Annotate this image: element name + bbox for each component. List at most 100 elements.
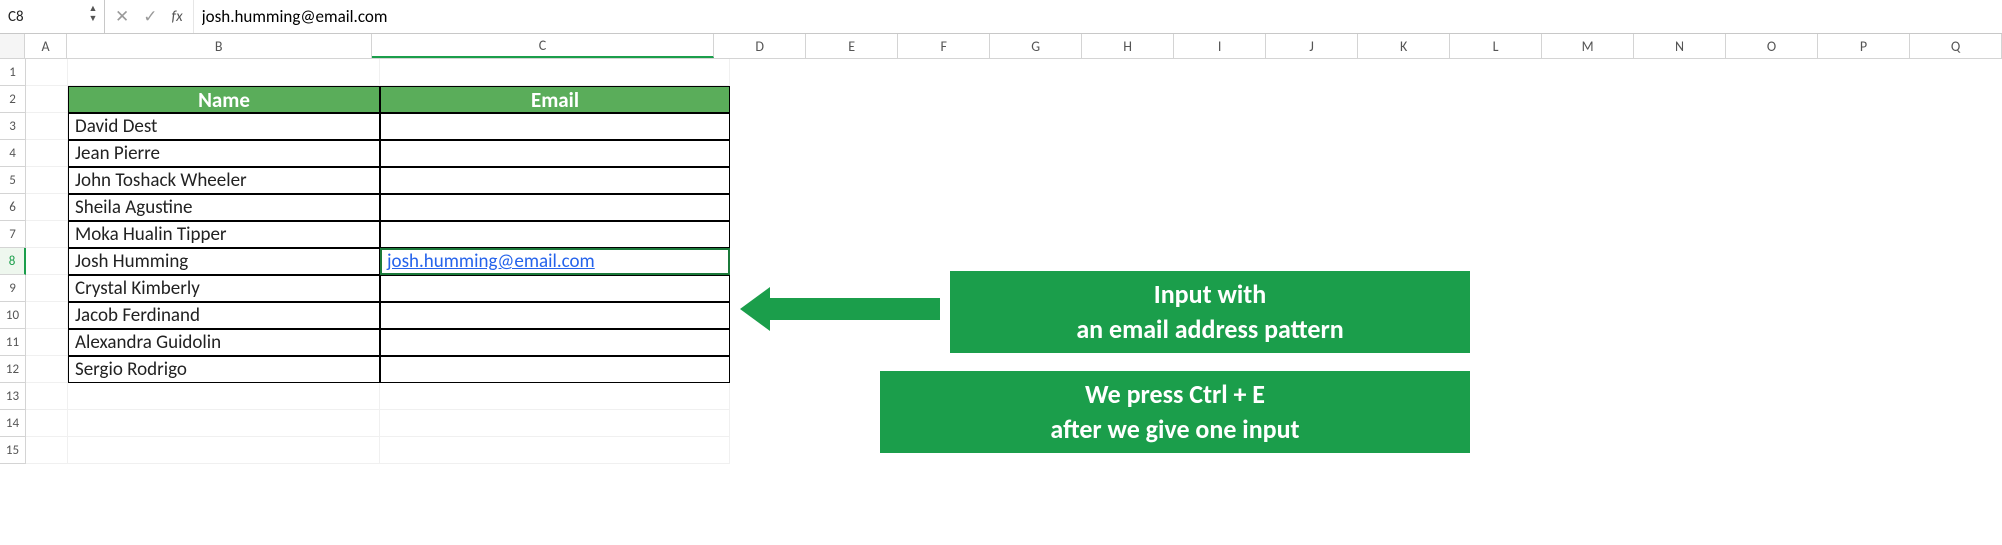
callout-line: Input with xyxy=(1076,277,1343,312)
cell[interactable] xyxy=(380,437,730,464)
name-box-stepper[interactable]: ▲ ▼ xyxy=(86,4,100,24)
col-header-c[interactable]: C xyxy=(372,34,714,58)
email-cell[interactable] xyxy=(380,194,730,221)
cell[interactable] xyxy=(68,437,380,464)
cell[interactable] xyxy=(26,302,68,329)
email-cell-active[interactable]: josh.humming@email.com xyxy=(380,248,730,275)
row-header[interactable]: 13 xyxy=(0,383,26,410)
row-header[interactable]: 1 xyxy=(0,59,26,86)
row-header[interactable]: 7 xyxy=(0,221,26,248)
callout-line: after we give one input xyxy=(1050,412,1299,447)
col-header-h[interactable]: H xyxy=(1082,34,1174,58)
email-cell[interactable] xyxy=(380,275,730,302)
cell[interactable] xyxy=(26,221,68,248)
email-cell[interactable] xyxy=(380,113,730,140)
accept-formula-icon[interactable]: ✓ xyxy=(143,6,157,27)
row-header[interactable]: 11 xyxy=(0,329,26,356)
cell[interactable] xyxy=(26,86,68,113)
fx-icon[interactable]: fx xyxy=(172,8,183,26)
name-cell[interactable]: Jean Pierre xyxy=(68,140,380,167)
cell[interactable] xyxy=(26,410,68,437)
cell[interactable] xyxy=(26,140,68,167)
col-header-e[interactable]: E xyxy=(806,34,898,58)
name-cell[interactable]: Josh Humming xyxy=(68,248,380,275)
name-box[interactable]: C8 ▲ ▼ xyxy=(0,0,105,33)
email-cell[interactable] xyxy=(380,167,730,194)
table-header-name[interactable]: Name xyxy=(68,86,380,113)
cell[interactable] xyxy=(68,59,380,86)
email-cell[interactable] xyxy=(380,302,730,329)
col-header-i[interactable]: I xyxy=(1174,34,1266,58)
formula-controls: ✕ ✓ fx xyxy=(105,0,194,33)
cell[interactable] xyxy=(26,329,68,356)
table-row: 6 Sheila Agustine xyxy=(0,194,2002,221)
cancel-formula-icon[interactable]: ✕ xyxy=(115,6,129,27)
table-row: 5 John Toshack Wheeler xyxy=(0,167,2002,194)
row-header[interactable]: 12 xyxy=(0,356,26,383)
name-cell[interactable]: David Dest xyxy=(68,113,380,140)
row-header[interactable]: 5 xyxy=(0,167,26,194)
email-cell[interactable] xyxy=(380,140,730,167)
row-header[interactable]: 9 xyxy=(0,275,26,302)
row-header[interactable]: 3 xyxy=(0,113,26,140)
col-header-g[interactable]: G xyxy=(990,34,1082,58)
email-cell[interactable] xyxy=(380,356,730,383)
name-box-value: C8 xyxy=(8,8,24,26)
col-header-m[interactable]: M xyxy=(1542,34,1634,58)
cell[interactable] xyxy=(26,113,68,140)
column-headers: A B C D E F G H I J K L M N O P Q xyxy=(0,34,2002,59)
col-header-l[interactable]: L xyxy=(1450,34,1542,58)
arrow-head-icon xyxy=(740,287,770,331)
name-cell[interactable]: Moka Hualin Tipper xyxy=(68,221,380,248)
annotation-arrow xyxy=(740,287,940,331)
col-header-q[interactable]: Q xyxy=(1910,34,2002,58)
cell[interactable] xyxy=(26,194,68,221)
cell[interactable] xyxy=(26,356,68,383)
email-cell[interactable] xyxy=(380,221,730,248)
row-header[interactable]: 6 xyxy=(0,194,26,221)
cell[interactable] xyxy=(380,383,730,410)
row-header[interactable]: 8 xyxy=(0,248,26,275)
row-header[interactable]: 10 xyxy=(0,302,26,329)
col-header-p[interactable]: P xyxy=(1818,34,1910,58)
name-cell[interactable]: John Toshack Wheeler xyxy=(68,167,380,194)
cell[interactable] xyxy=(26,167,68,194)
col-header-a[interactable]: A xyxy=(25,34,66,58)
name-cell[interactable]: Crystal Kimberly xyxy=(68,275,380,302)
cell[interactable] xyxy=(26,248,68,275)
name-cell[interactable]: Sergio Rodrigo xyxy=(68,356,380,383)
col-header-k[interactable]: K xyxy=(1358,34,1450,58)
col-header-b[interactable]: B xyxy=(67,34,372,58)
cell[interactable] xyxy=(68,410,380,437)
col-header-j[interactable]: J xyxy=(1266,34,1358,58)
row-header[interactable]: 15 xyxy=(0,437,26,464)
cell[interactable] xyxy=(380,410,730,437)
email-cell[interactable] xyxy=(380,329,730,356)
col-header-f[interactable]: F xyxy=(898,34,990,58)
table-header-email[interactable]: Email xyxy=(380,86,730,113)
cell[interactable] xyxy=(26,275,68,302)
chevron-down-icon[interactable]: ▼ xyxy=(86,14,100,24)
cell[interactable] xyxy=(380,59,730,86)
row-header[interactable]: 14 xyxy=(0,410,26,437)
cell[interactable] xyxy=(26,59,68,86)
col-header-d[interactable]: D xyxy=(714,34,806,58)
callout-input-pattern: Input with an email address pattern xyxy=(950,271,1470,353)
row-header[interactable]: 4 xyxy=(0,140,26,167)
row-header[interactable]: 2 xyxy=(0,86,26,113)
select-all-corner[interactable] xyxy=(0,34,25,58)
col-header-o[interactable]: O xyxy=(1726,34,1818,58)
name-cell[interactable]: Jacob Ferdinand xyxy=(68,302,380,329)
col-header-n[interactable]: N xyxy=(1634,34,1726,58)
cell[interactable] xyxy=(26,437,68,464)
formula-input[interactable] xyxy=(194,0,2002,33)
cell[interactable] xyxy=(68,383,380,410)
name-cell[interactable]: Sheila Agustine xyxy=(68,194,380,221)
name-cell[interactable]: Alexandra Guidolin xyxy=(68,329,380,356)
callout-line: We press Ctrl + E xyxy=(1050,377,1299,412)
email-link[interactable]: josh.humming@email.com xyxy=(387,250,595,273)
cell[interactable] xyxy=(26,383,68,410)
callout-ctrl-e: We press Ctrl + E after we give one inpu… xyxy=(880,371,1470,453)
arrow-shaft xyxy=(770,298,940,320)
grid-row: 2 Name Email xyxy=(0,86,2002,113)
